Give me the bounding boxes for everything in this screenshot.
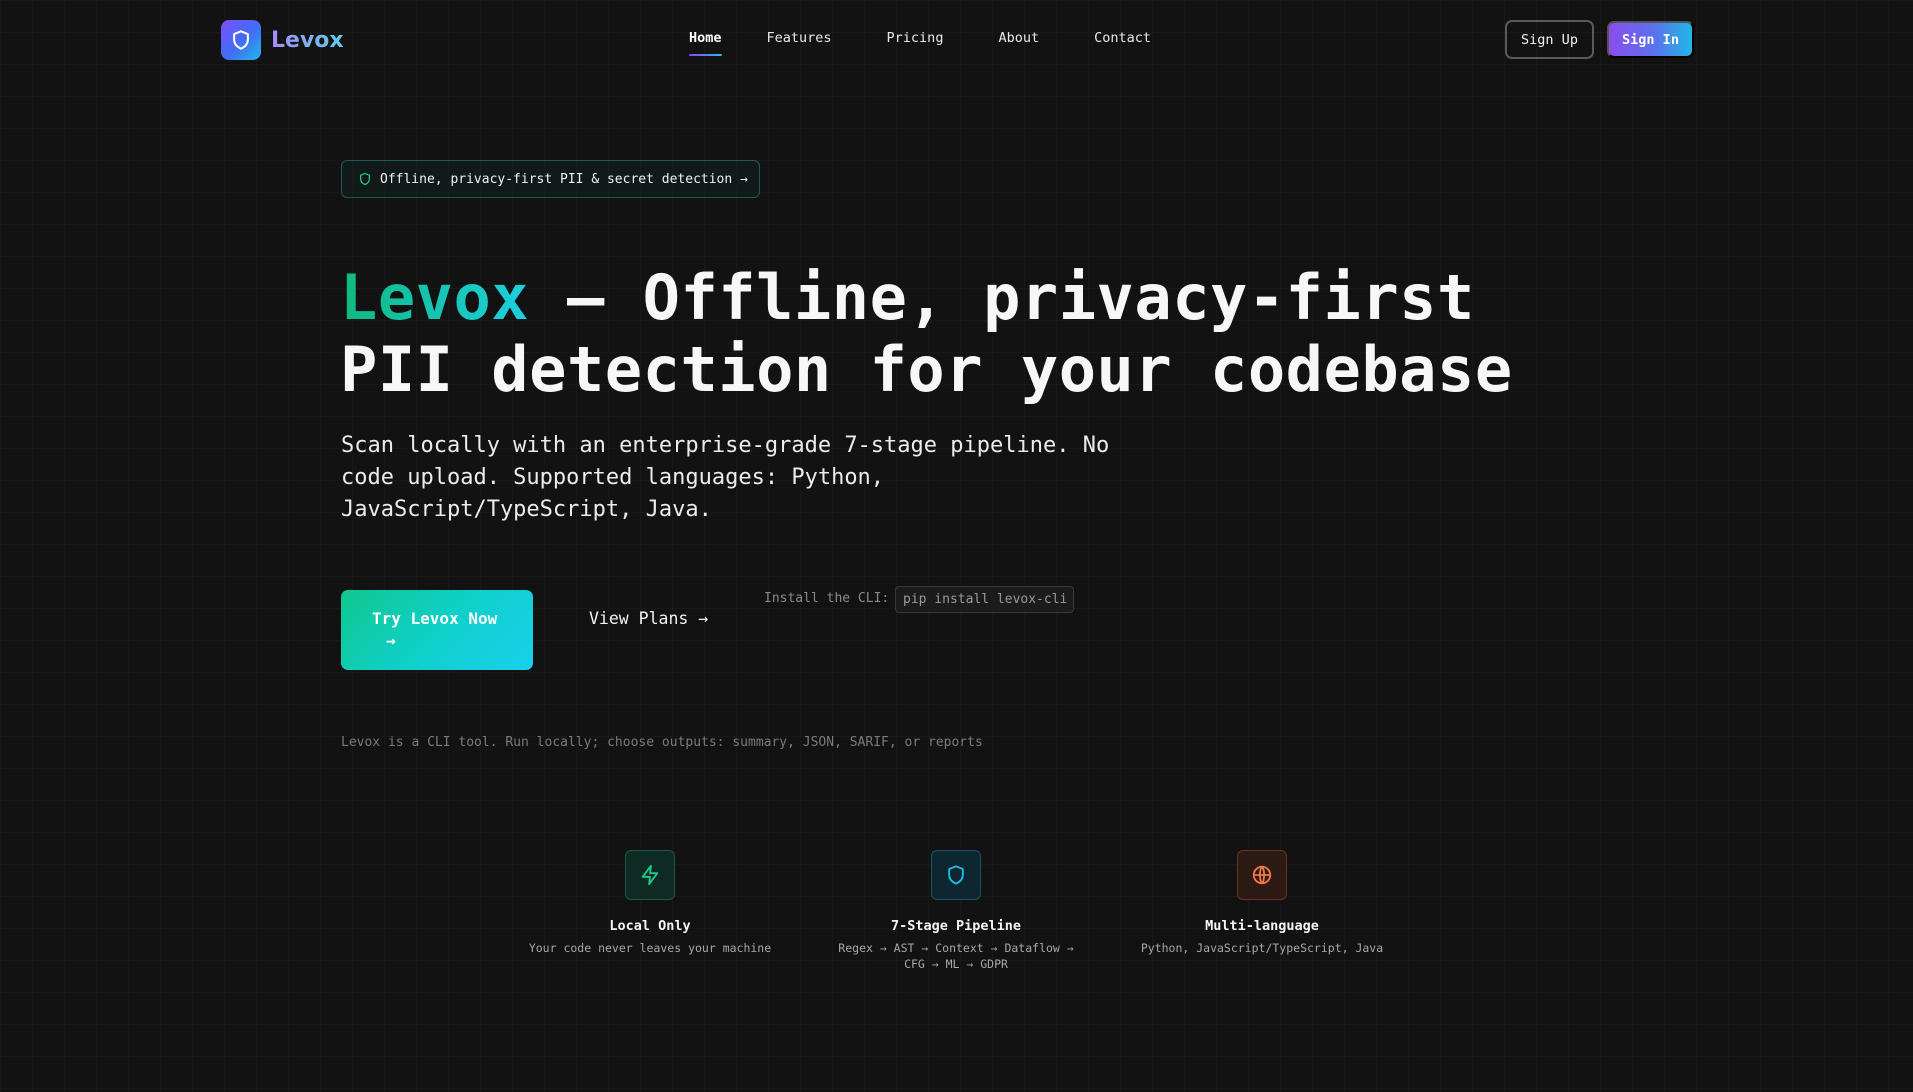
globe-icon	[1237, 850, 1287, 900]
main-nav: Home Features Pricing About Contact	[676, 26, 1151, 56]
hero-title-line2: PII detection for your codebase	[340, 333, 1513, 406]
cli-label: Install the CLI:	[764, 591, 890, 606]
cli-command[interactable]: pip install levox-cli	[895, 586, 1074, 613]
header: Levox Home Features Pricing About Contac…	[0, 0, 1913, 80]
try-levox-button[interactable]: Try Levox Now →	[341, 590, 533, 670]
shield-icon	[931, 850, 981, 900]
feature-title: Local Only	[609, 918, 691, 934]
cli-note: Levox is a CLI tool. Run locally; choose…	[341, 735, 983, 750]
feature-description: Regex → AST → Context → Dataflow → CFG →…	[838, 941, 1074, 971]
nav-about[interactable]: About	[998, 26, 1039, 56]
hero-title: Levox — Offline, privacy-first PII detec…	[340, 262, 1580, 406]
feature-description: Your code never leaves your machine	[528, 941, 772, 955]
feature-description: Python, JavaScript/TypeScript, Java	[1140, 941, 1384, 955]
hero-brand-word: Levox	[340, 261, 530, 334]
nav-contact[interactable]: Contact	[1094, 26, 1151, 56]
badge-text: Offline, privacy-first PII & secret dete…	[380, 171, 748, 187]
brand-logo[interactable]: Levox	[221, 20, 344, 60]
feature-multi-language: Multi-language Python, JavaScript/TypeSc…	[1122, 850, 1402, 956]
nav-pricing[interactable]: Pricing	[887, 26, 944, 56]
feature-pipeline: 7-Stage Pipeline Regex → AST → Context →…	[816, 850, 1096, 972]
announcement-badge[interactable]: Offline, privacy-first PII & secret dete…	[341, 160, 760, 198]
hero-title-line1: — Offline, privacy-first	[529, 261, 1475, 334]
feature-title: Multi-language	[1205, 918, 1319, 934]
arrow-right-icon: →	[386, 631, 396, 650]
try-button-label: Try Levox Now	[372, 609, 498, 628]
nav-home[interactable]: Home	[689, 26, 722, 56]
shield-icon	[358, 172, 372, 186]
feature-title: 7-Stage Pipeline	[890, 918, 1022, 934]
nav-features[interactable]: Features	[767, 26, 832, 56]
brand-name: Levox	[271, 27, 344, 53]
lightning-icon	[625, 850, 675, 900]
sign-in-button[interactable]: Sign In	[1607, 21, 1694, 58]
hero-subtitle: Scan locally with an enterprise-grade 7-…	[341, 433, 1110, 522]
shield-icon	[221, 20, 261, 60]
view-plans-link[interactable]: View Plans →	[589, 609, 708, 628]
sign-up-button[interactable]: Sign Up	[1505, 20, 1594, 59]
feature-local-only: Local Only Your code never leaves your m…	[510, 850, 790, 956]
